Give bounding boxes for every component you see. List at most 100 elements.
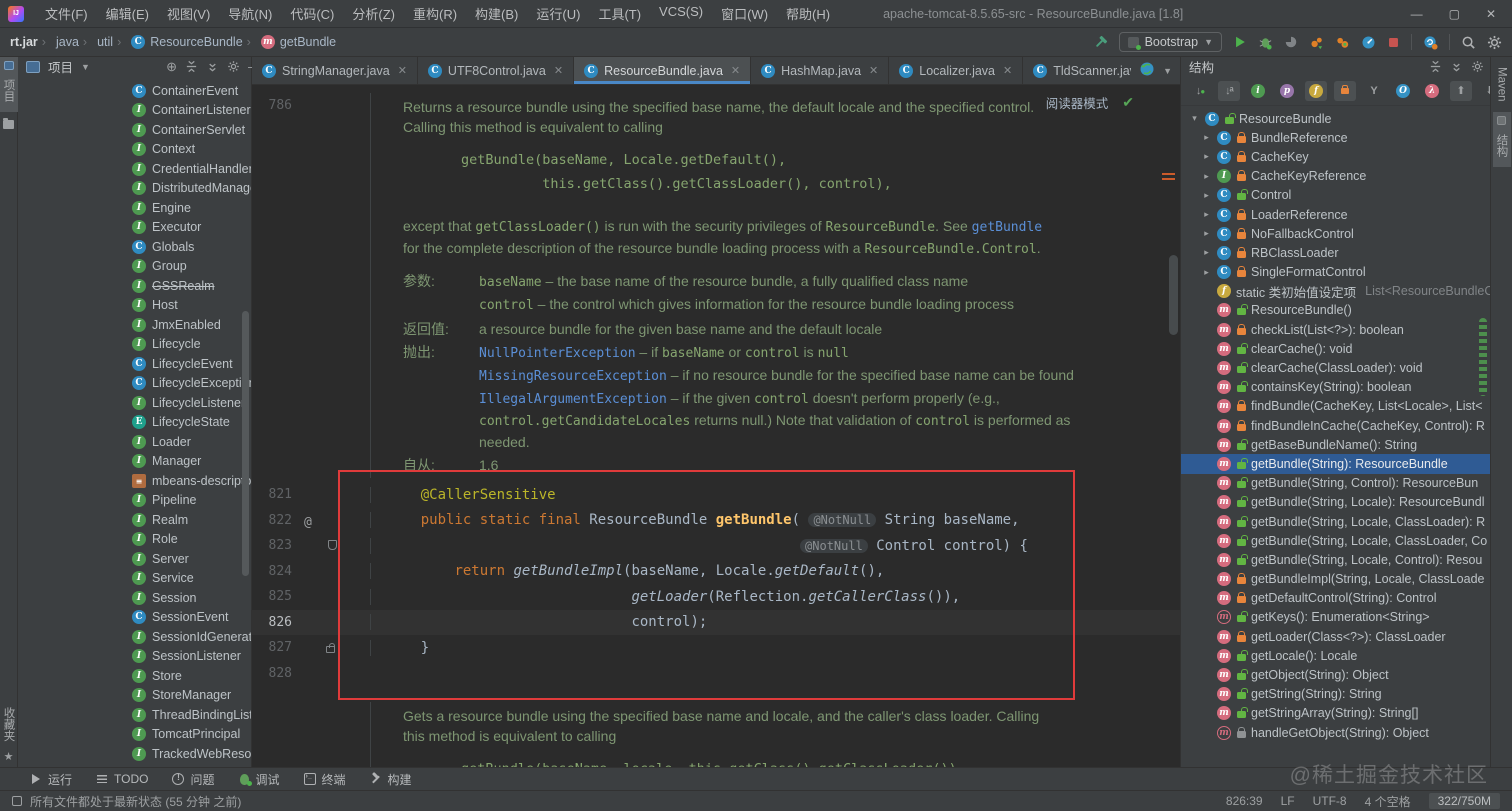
settings-gear-icon[interactable]: [1487, 35, 1502, 50]
close-button[interactable]: ✕: [1486, 7, 1496, 21]
line-number[interactable]: 826: [252, 610, 292, 636]
code-line[interactable]: 822 public static final ResourceBundle g…: [252, 508, 1180, 534]
show-fields-icon[interactable]: f: [1305, 80, 1327, 101]
scroll-to-source-icon[interactable]: [206, 60, 219, 73]
project-tree-item[interactable]: Realm: [18, 510, 251, 530]
status-item[interactable]: 4 个空格: [1365, 793, 1411, 810]
tool-window-button[interactable]: TODO: [96, 772, 148, 786]
close-icon[interactable]: ✕: [1003, 64, 1012, 77]
line-number[interactable]: 821: [252, 482, 292, 508]
scroll-to-source-icon[interactable]: [1450, 60, 1463, 73]
tool-stripe-project-button[interactable]: 项目: [0, 57, 18, 112]
chevron-down-icon[interactable]: ▼: [1163, 66, 1172, 76]
tree-expand-arrow[interactable]: [1201, 132, 1212, 143]
coverage-button[interactable]: [1284, 35, 1298, 49]
project-tree-item[interactable]: SessionListener: [18, 647, 251, 667]
show-non-public-icon[interactable]: [1334, 80, 1356, 101]
project-tree-item[interactable]: Service: [18, 569, 251, 589]
structure-scrollbar-thumb[interactable]: [1479, 318, 1487, 396]
structure-tree-row[interactable]: ResourceBundle(): [1181, 301, 1490, 320]
project-scrollbar-thumb[interactable]: [242, 311, 249, 576]
project-tree-item[interactable]: SessionIdGenerator: [18, 627, 251, 647]
project-tree-item[interactable]: Loader: [18, 432, 251, 452]
menu-item[interactable]: 帮助(H): [779, 1, 837, 26]
editor-tab[interactable]: StringManager.java ✕: [252, 57, 418, 84]
line-number[interactable]: 827: [252, 635, 292, 661]
gauge-button[interactable]: [1361, 35, 1376, 50]
line-number[interactable]: 823: [252, 533, 292, 559]
breadcrumb-item[interactable]: ResourceBundle: [117, 35, 243, 49]
structure-tree-row[interactable]: CacheKey: [1181, 147, 1490, 166]
code-line[interactable]: 827 }: [252, 635, 1180, 661]
structure-tree-row[interactable]: clearCache(): void: [1181, 339, 1490, 358]
tree-expand-arrow[interactable]: [1201, 209, 1212, 220]
project-tree-item[interactable]: Executor: [18, 218, 251, 238]
project-tree-item[interactable]: Server: [18, 549, 251, 569]
reader-mode-label[interactable]: 阅读器模式: [1046, 93, 1109, 112]
menu-item[interactable]: 视图(V): [160, 1, 217, 26]
editor-tab[interactable]: UTF8Control.java ✕: [418, 57, 575, 84]
structure-tree-row[interactable]: getBundle(String, Control): ResourceBun: [1181, 474, 1490, 493]
hidden-tabs-icon[interactable]: [1139, 61, 1155, 80]
tool-window-button[interactable]: 问题: [172, 771, 214, 788]
structure-tree-row[interactable]: CacheKeyReference: [1181, 167, 1490, 186]
status-item[interactable]: UTF-8: [1313, 794, 1347, 808]
tree-expand-arrow[interactable]: [1201, 247, 1212, 258]
project-tree-item[interactable]: Pipeline: [18, 491, 251, 511]
code-line[interactable]: 826 control);: [252, 609, 1180, 636]
status-item[interactable]: 826:39: [1226, 794, 1263, 808]
menu-item[interactable]: 分析(Z): [345, 1, 402, 26]
error-stripe-mark[interactable]: [1162, 173, 1175, 175]
code-editor[interactable]: 阅读器模式 ✔ 786 Returns a resource bundle us…: [252, 85, 1180, 767]
rerun-tasks-button[interactable]: [1423, 35, 1438, 50]
menu-item[interactable]: VCS(S): [652, 1, 710, 26]
project-tree-item[interactable]: LifecycleState: [18, 413, 251, 433]
project-tree-item[interactable]: ContainerListener: [18, 101, 251, 121]
expand-all-icon[interactable]: ⬆: [1450, 80, 1472, 101]
structure-tree-row[interactable]: getBundle(String, Locale): ResourceBundl: [1181, 493, 1490, 512]
structure-tree-row[interactable]: Control: [1181, 186, 1490, 205]
debug-button[interactable]: [1258, 35, 1273, 50]
editor-tab[interactable]: ResourceBundle.java ✕: [574, 57, 752, 84]
structure-tree-row[interactable]: checkList(List<?>): boolean: [1181, 320, 1490, 339]
maximize-button[interactable]: ▢: [1449, 7, 1460, 21]
line-number[interactable]: 828: [252, 661, 292, 687]
project-tree-item[interactable]: Group: [18, 257, 251, 277]
structure-tree-row[interactable]: SingleFormatControl: [1181, 263, 1490, 282]
structure-tree-row[interactable]: getObject(String): Object: [1181, 665, 1490, 684]
code-line[interactable]: 828: [252, 661, 1180, 687]
structure-tree-row[interactable]: handleGetObject(String): Object: [1181, 723, 1490, 742]
structure-tree-row[interactable]: getDefaultControl(String): Control: [1181, 589, 1490, 608]
structure-tree-row[interactable]: static 类初始值设定项 List<ResourceBundleC: [1181, 282, 1490, 301]
project-tree-item[interactable]: Store: [18, 666, 251, 686]
group-methods-icon[interactable]: Y: [1363, 81, 1385, 101]
structure-tree-row[interactable]: getLoader(Class<?>): ClassLoader: [1181, 627, 1490, 646]
project-tree-item[interactable]: GSSRealm: [18, 276, 251, 296]
doc-link[interactable]: NullPointerException: [479, 346, 636, 361]
menu-item[interactable]: 构建(B): [468, 1, 525, 26]
menu-item[interactable]: 窗口(W): [714, 1, 775, 26]
menu-item[interactable]: 导航(N): [221, 1, 279, 26]
project-tree-item[interactable]: LifecycleEvent: [18, 354, 251, 374]
structure-tree-row[interactable]: getStringArray(String): String[]: [1181, 704, 1490, 723]
show-properties-icon[interactable]: p: [1276, 81, 1298, 101]
panel-settings-gear-icon[interactable]: [227, 60, 240, 73]
doc-link[interactable]: getBundle: [972, 220, 1042, 235]
tree-expand-arrow[interactable]: [1189, 113, 1200, 124]
structure-tree-row[interactable]: getBaseBundleName(): String: [1181, 435, 1490, 454]
tree-expand-arrow[interactable]: [1201, 190, 1212, 201]
editor-tab[interactable]: HashMap.java ✕: [751, 57, 890, 84]
structure-tree-row[interactable]: getBundleImpl(String, Locale, ClassLoade: [1181, 570, 1490, 589]
code-line[interactable]: 823 @NotNull Control control) {: [252, 533, 1180, 559]
project-tree-item[interactable]: Globals: [18, 237, 251, 257]
tool-stripe-favorites-button[interactable]: 收藏夹 ★: [0, 697, 18, 768]
doc-link[interactable]: IllegalArgumentException: [479, 392, 667, 407]
structure-tree-row[interactable]: NoFallbackControl: [1181, 224, 1490, 243]
tool-stripe-folder-button[interactable]: [3, 112, 14, 137]
structure-tree-row[interactable]: getBundle(String): ResourceBundle: [1181, 454, 1490, 474]
close-icon[interactable]: ✕: [869, 64, 878, 77]
tree-expand-arrow[interactable]: [1201, 171, 1212, 182]
project-tree-item[interactable]: SessionEvent: [18, 608, 251, 628]
breadcrumb-item[interactable]: rt.jar: [10, 35, 38, 49]
project-tree-item[interactable]: LifecycleListener: [18, 393, 251, 413]
